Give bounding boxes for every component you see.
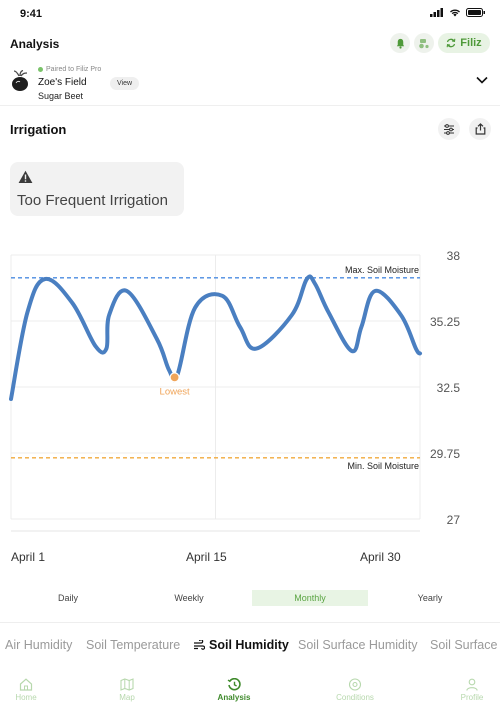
metric-air-humidity[interactable]: Air Humidity [5,638,72,652]
sliders-icon [444,123,454,135]
y-tick-label: 27 [447,513,461,527]
crop-name: Sugar Beet [38,91,84,101]
filter-button[interactable] [438,118,460,140]
y-tick-label: 29.75 [430,447,460,461]
share-button[interactable] [469,118,491,140]
profile-icon [466,678,478,691]
metric-soil-surface-humidity[interactable]: Soil Surface Humidity [298,638,418,652]
tab-home-label: Home [15,693,37,702]
period-weekly[interactable]: Weekly [131,590,247,606]
tab-map[interactable]: Map [97,678,157,702]
page-title: Analysis [10,37,60,51]
period-yearly[interactable]: Yearly [372,590,488,606]
map-icon [120,678,134,691]
status-time: 9:41 [20,8,43,20]
paired-status: Paired to Filiz Pro [38,66,101,73]
chevron-down-icon[interactable] [476,76,488,84]
y-tick-label: 32.5 [437,381,461,395]
period-selector: Daily Weekly Monthly Yearly [0,590,500,608]
status-bar: 9:41 [0,0,500,28]
filiz-label: Filiz [460,37,482,49]
tab-bar: Home Map Analysis Conditions Profile [0,676,500,716]
tab-profile[interactable]: Profile [442,678,500,702]
lowest-point-marker [169,372,180,383]
section-title: Irrigation [10,122,67,137]
divider [0,622,500,623]
tab-conditions-label: Conditions [336,693,374,702]
metric-tabs: Air Humidity Soil Temperature Soil Humid… [0,638,500,658]
tab-map-label: Map [119,693,135,702]
y-tick-label: 35.25 [430,315,460,329]
y-tick-label: 38 [447,249,461,263]
signal-icon [430,8,443,17]
paired-text: Paired to Filiz Pro [46,66,102,73]
x-tick-label: April 15 [186,550,227,564]
soil-moisture-chart: 38 35.25 32.5 29.75 27 April 1 April 15 April 3… [9,249,461,564]
wind-icon [194,640,205,650]
x-tick-label: April 30 [360,550,401,564]
metric-soil-humidity[interactable]: Soil Humidity [193,638,289,652]
tab-conditions[interactable]: Conditions [325,678,385,702]
warning-icon [18,170,33,183]
x-tick-label: April 1 [11,550,45,564]
metric-soil-surface[interactable]: Soil Surface [430,638,497,652]
tab-analysis-label: Analysis [217,693,251,702]
field-name: Zoe's Field [38,77,87,88]
tab-analysis[interactable]: Analysis [204,678,264,702]
wifi-icon [450,9,460,17]
view-button[interactable]: View [110,77,140,90]
alert-text: Too Frequent Irrigation [17,192,168,209]
lowest-point-label: Lowest [160,386,190,397]
field-selector[interactable]: Paired to Filiz Pro Zoe's Field View Sug… [0,62,500,106]
reference-line-label: Min. Soil Moisture [347,461,419,471]
share-icon [475,123,485,135]
filiz-button[interactable]: Filiz [438,33,490,53]
metric-soil-humidity-label: Soil Humidity [209,638,289,652]
conditions-icon [348,678,362,691]
notifications-button[interactable] [390,33,410,53]
sync-icon [446,38,456,48]
beet-icon [12,70,28,91]
period-daily[interactable]: Daily [10,590,126,606]
device-button[interactable] [414,33,434,53]
status-icons [430,8,486,17]
period-monthly[interactable]: Monthly [252,590,368,606]
tab-profile-label: Profile [460,693,484,702]
history-icon [227,678,241,691]
reference-line-label: Max. Soil Moisture [345,265,419,275]
header: Analysis Filiz [0,32,500,56]
metric-soil-temperature[interactable]: Soil Temperature [86,638,180,652]
online-dot [38,67,43,72]
bell-icon [396,38,404,49]
battery-icon [466,8,485,17]
home-icon [19,678,33,691]
tab-home[interactable]: Home [0,678,56,702]
alert-card: Too Frequent Irrigation [10,162,184,216]
tractor-icon [419,38,429,48]
